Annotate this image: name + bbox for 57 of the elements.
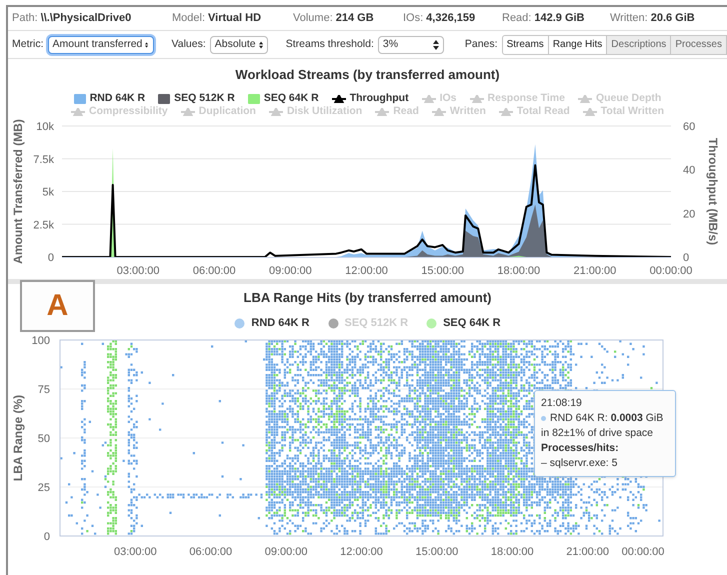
x-tick-label: 21:00:00 [566,546,610,558]
x-tick-label: 15:00:00 [421,265,464,277]
chart-title: LBA Range Hits (by transferred amount) [244,289,492,307]
y-tick-label: 2.5k [33,219,54,232]
x-tick-label: 18:00:00 [490,546,534,558]
y-tick-label: 0 [48,252,54,264]
x-tick-label: 06:00:00 [192,265,236,277]
tooltip-text: RND 64K R: 0.0003 GiB [550,411,664,426]
select-label: Streams threshold: [286,36,374,52]
y-tick-label: 50 [38,433,50,445]
field-label: IOs: [403,11,424,26]
field-value: Virtual HD [208,11,262,26]
tooltip-heading: Processes/hits: [541,441,620,456]
y-tick-label: 0 [683,252,690,264]
x-tick-label: 12:00:00 [340,546,383,558]
x-tick-label: 03:00:00 [114,546,157,558]
x-tick-label: 09:00:00 [268,265,312,277]
x-tick-label: 03:00:00 [116,265,160,277]
annotation-badge: A [20,280,95,332]
y-tick-label: 100 [32,335,50,347]
y-axis-title: Throughput (MB/s) [706,138,720,246]
x-tick-label: 12:00:00 [345,265,388,277]
field-value: \\.\PhysicalDrive0 [40,11,132,26]
x-tick-label: 06:00:00 [189,546,232,558]
y-tick-label: 25 [38,482,50,494]
field-value: 142.9 GiB [534,11,584,26]
y-axis-title: Amount Transferred (MB) [11,119,25,264]
tooltip-text: – sqlservr.exe: 5 [541,456,618,471]
y-tick-label: 5k [42,186,54,198]
x-tick-label: 18:00:00 [497,265,540,277]
field-label: Model: [172,11,206,26]
field-label: Read: [502,11,532,26]
field-label: Volume: [293,11,333,26]
y-tick-label: 40 [683,164,696,177]
field-label: Written: [610,11,648,26]
y-tick-label: 7.5k [33,154,54,166]
select-label: Metric: [12,36,44,52]
y-tick-label: 60 [683,121,696,133]
field-value: 214 GB [336,11,374,26]
select-label: Values: [172,36,206,52]
y-tick-label: 75 [38,384,50,396]
y-axis-title: LBA Range (%) [11,394,25,482]
x-tick-label: 00:00:00 [650,265,692,277]
x-tick-label: 21:00:00 [573,265,616,277]
x-tick-label: 00:00:00 [622,546,664,558]
tooltip-time: 21:08:19 [541,396,583,411]
field-value: 20.6 GiB [650,11,695,26]
field-label: Path: [12,11,38,26]
field-value: 4,326,159 [426,11,476,26]
x-tick-label: 15:00:00 [415,546,458,558]
tooltip-text: in 82±1% of drive space [541,426,654,441]
panes-label: Panes: [464,36,498,52]
x-tick-label: 09:00:00 [264,546,308,558]
y-tick-label: 10k [36,121,54,133]
chart-title: Workload Streams (by transferred amount) [234,66,501,84]
y-tick-label: 20 [683,208,696,220]
y-tick-label: 0 [44,531,50,543]
